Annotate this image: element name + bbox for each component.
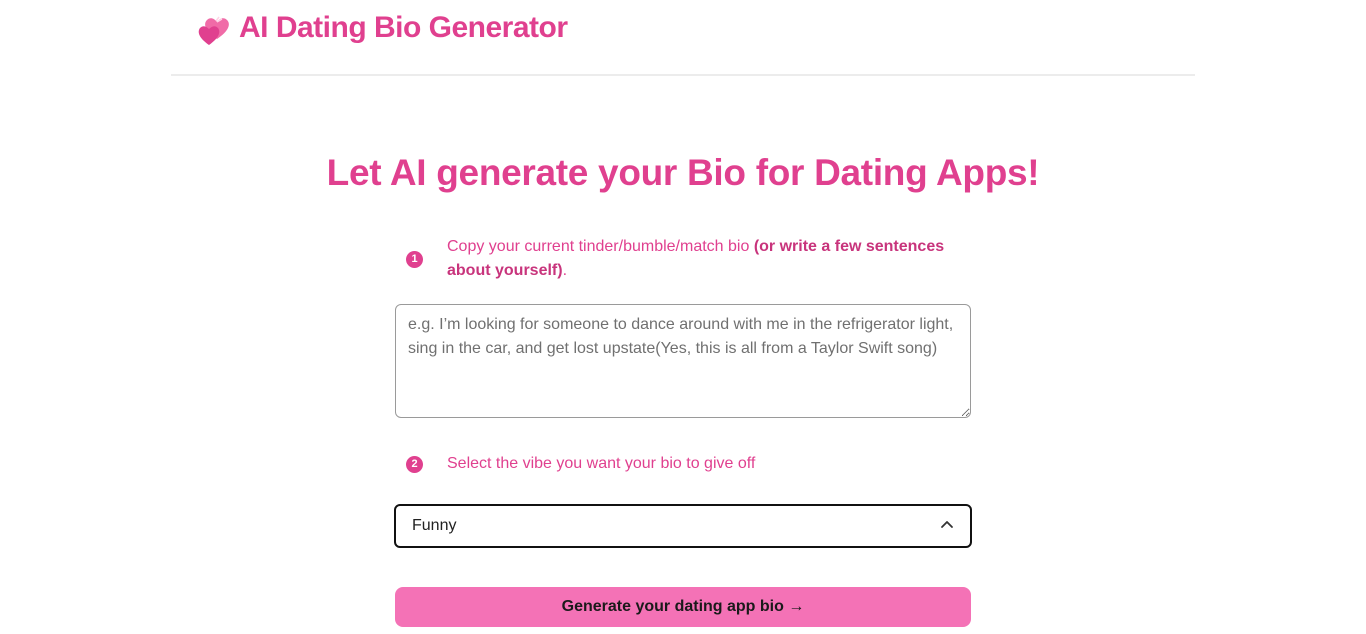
chevron-up-icon bbox=[940, 517, 954, 536]
step-2-text: Select the vibe you want your bio to giv… bbox=[447, 455, 756, 472]
brand-link[interactable]: AI Dating Bio Generator bbox=[195, 6, 568, 50]
step-1-suffix: . bbox=[562, 262, 568, 279]
generate-bio-button[interactable]: Generate your dating app bio → bbox=[395, 587, 971, 627]
site-title: AI Dating Bio Generator bbox=[239, 11, 568, 44]
step-2: 2 Select the vibe you want your bio to g… bbox=[395, 452, 971, 476]
vibe-selected-value: Funny bbox=[412, 517, 457, 534]
vibe-select[interactable]: Funny bbox=[394, 504, 972, 548]
step-number-badge: 1 bbox=[406, 250, 423, 268]
step-1-text: Copy your current tinder/bumble/match bi… bbox=[447, 235, 971, 283]
step-1: 1 Copy your current tinder/bumble/match … bbox=[395, 235, 971, 283]
step-number-badge: 2 bbox=[406, 455, 423, 473]
step-1-main-text: Copy your current tinder/bumble/match bi… bbox=[447, 238, 750, 255]
page: AI Dating Bio Generator Let AI generate … bbox=[0, 0, 1366, 634]
page-title: Let AI generate your Bio for Dating Apps… bbox=[326, 152, 1040, 193]
bio-input[interactable] bbox=[395, 304, 971, 418]
two-hearts-icon bbox=[195, 9, 233, 47]
site-header: AI Dating Bio Generator bbox=[171, 0, 1195, 76]
